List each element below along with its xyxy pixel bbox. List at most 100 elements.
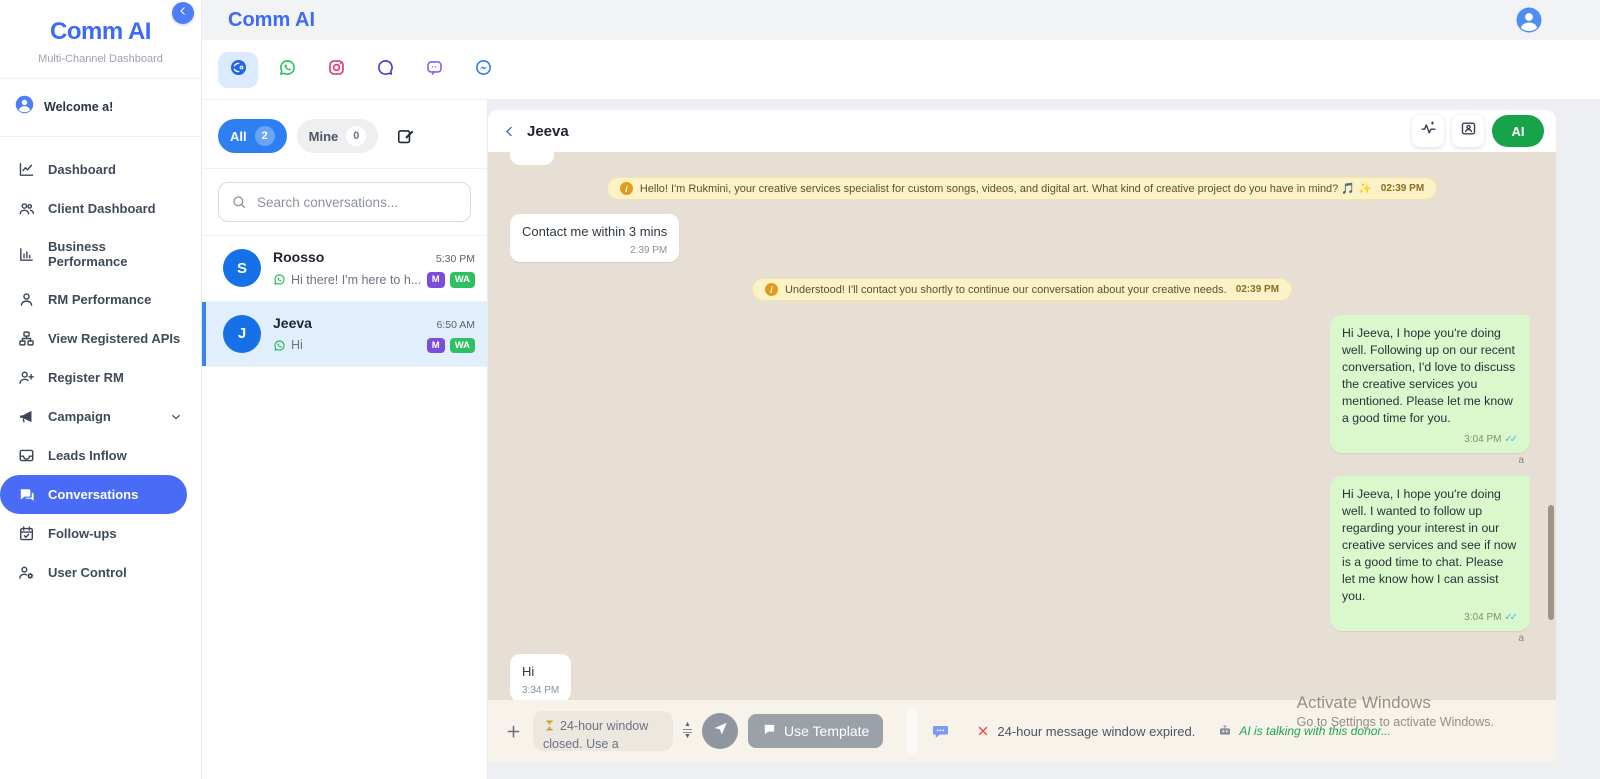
channel-bar [202, 40, 1600, 100]
sidebar-item-client-dashboard[interactable]: Client Dashboard [0, 189, 201, 228]
sitemap-icon [18, 330, 35, 347]
sidebar-item-user-control[interactable]: User Control [0, 553, 201, 592]
window-expired-notice: 24-hour message window expired. [976, 724, 1195, 739]
sidebar-collapse-button[interactable] [172, 2, 194, 24]
composer-divider [907, 708, 918, 754]
sidebar-item-label: Register RM [48, 370, 124, 385]
whatsapp-icon [273, 273, 286, 286]
chat-dots-icon[interactable] [931, 722, 950, 741]
tab-all[interactable]: All 2 [218, 119, 287, 153]
sidebar-item-leads-inflow[interactable]: Leads Inflow [0, 436, 201, 475]
search-input[interactable] [257, 194, 458, 210]
messenger-icon [474, 58, 493, 82]
input-resize-stepper[interactable]: ▲ ▼ [683, 721, 692, 740]
channel-badge-m: M [426, 337, 445, 353]
chat-contact-name: Jeeva [527, 122, 569, 140]
channel-instagram[interactable] [316, 52, 356, 88]
sidebar-item-dashboard[interactable]: Dashboard [0, 150, 201, 189]
paper-plane-icon [712, 720, 729, 742]
back-chevron-icon[interactable] [502, 124, 517, 139]
conversation-item-jeeva[interactable]: J Jeeva 6:50 AM Hi M WA [202, 301, 487, 367]
chat-scrollbar-thumb[interactable] [1548, 505, 1554, 620]
chart-line-icon [18, 161, 35, 178]
instagram-icon [327, 58, 346, 82]
read-receipt-icon: ✓✓ [1504, 434, 1518, 445]
message-input[interactable]: 24-hour window closed. Use a template [533, 711, 673, 751]
sender-label: a [1518, 455, 1524, 466]
ai-button[interactable]: AI [1492, 115, 1544, 147]
message-time: 3:34 PM [522, 685, 560, 696]
sender-label: a [1518, 633, 1524, 644]
sidebar-item-label: Follow-ups [48, 526, 117, 541]
ai-status: AI is talking with this donor... [1217, 723, 1391, 739]
tab-all-count: 2 [254, 126, 275, 146]
sidebar-item-label: Business Performance [48, 239, 128, 269]
user-gear-icon [18, 564, 35, 581]
sidebar-item-conversations[interactable]: Conversations [0, 475, 187, 514]
message-preview: Hi there! I'm here to h... [291, 272, 422, 287]
message-bubble-sent: Hi Jeeva, I hope you're doing well. Foll… [1330, 315, 1530, 453]
conversations-panel: All 2 Mine 0 SRoosso5:30 PMHi there! [202, 100, 488, 779]
search-box[interactable] [218, 182, 471, 222]
content: All 2 Mine 0 SRoosso5:30 PMHi there! [202, 100, 1600, 779]
sidebar-item-label: Conversations [48, 487, 139, 502]
attach-plus-icon[interactable] [504, 722, 523, 741]
info-icon: i [764, 283, 778, 296]
sidebar-item-register-rm[interactable]: Register RM [0, 358, 201, 397]
sidebar-item-rm-performance[interactable]: RM Performance [0, 280, 201, 319]
chat-header: Jeeva AI [488, 110, 1556, 152]
channel-chat-circle[interactable] [365, 52, 405, 88]
sidebar-item-business-performance[interactable]: Business Performance [0, 228, 201, 280]
composer-bar: 24-hour window closed. Use a template ▲▼… [488, 700, 1556, 762]
whatsapp-icon [278, 58, 297, 82]
chevron-left-icon [177, 4, 189, 22]
conversation-item-roosso[interactable]: S Roosso 5:30 PM Hi there! I'm here to h...… [202, 236, 487, 302]
robot-icon [1217, 723, 1233, 739]
banner-text: Understood! I'll contact you shortly to … [784, 283, 1227, 296]
search-icon [231, 194, 247, 210]
users-group-icon [18, 200, 35, 217]
partial-message-bubble [510, 152, 554, 165]
message-time: 3:04 PM ✓✓ [1342, 609, 1518, 626]
sidebar-item-label: RM Performance [48, 292, 152, 307]
message-bubble-sent: Hi Jeeva, I hope you're doing well. I wa… [1330, 476, 1530, 631]
sidebar-item-label: Leads Inflow [48, 448, 127, 463]
message-list: i Hello! I'm Rukmini, your creative servi… [510, 152, 1534, 700]
sidebar-item-label: Campaign [48, 409, 111, 424]
tab-mine-count: 0 [346, 126, 367, 146]
conversation-avatar: J [223, 314, 261, 353]
activity-button[interactable] [1412, 115, 1444, 147]
channel-messenger[interactable] [463, 52, 503, 88]
channel-whatsapp[interactable] [267, 52, 307, 88]
compose-icon[interactable] [396, 127, 415, 146]
page-title: Comm AI [228, 8, 316, 31]
sidebar-item-campaign[interactable]: Campaign [0, 397, 201, 436]
banner-time: 02:39 PM [1235, 284, 1280, 295]
channel-badge-wa: WA [449, 272, 475, 288]
use-template-button[interactable]: Use Template [748, 714, 884, 748]
main: Comm AI All 2 Mine 0 Search conversation… [202, 0, 1600, 779]
tab-mine[interactable]: Mine 0 [296, 119, 379, 153]
inbox-icon [18, 447, 35, 464]
sidebar-item-label: Client Dashboard [48, 201, 156, 216]
channel-all-channels[interactable] [218, 51, 258, 88]
sidebar-item-view-registered-apis[interactable]: View Registered APIs [0, 319, 201, 358]
user-icon [18, 291, 35, 308]
chat-widget-icon [425, 58, 444, 82]
activity-pulse-icon [1420, 120, 1437, 142]
sidebar-item-follow-ups[interactable]: Follow-ups [0, 514, 201, 553]
banner-time: 02:39 PM [1380, 183, 1425, 194]
contact-card-button[interactable] [1452, 115, 1484, 147]
conversation-time: 6:50 AM [436, 318, 475, 331]
conversation-name: Roosso [273, 249, 325, 265]
app: Comm AI Multi-Channel Dashboard Welcome … [0, 0, 1600, 779]
contact-card-icon [1460, 120, 1477, 142]
sidebar-item-label: View Registered APIs [48, 331, 181, 346]
account-avatar-icon[interactable] [1514, 5, 1544, 35]
send-button[interactable] [702, 713, 738, 749]
tab-mine-label: Mine [308, 128, 339, 144]
sidebar: Comm AI Multi-Channel Dashboard Welcome … [0, 0, 202, 779]
channel-chat-widget[interactable] [414, 52, 454, 88]
all-channels-icon [229, 58, 248, 82]
user-avatar-icon [14, 94, 35, 120]
